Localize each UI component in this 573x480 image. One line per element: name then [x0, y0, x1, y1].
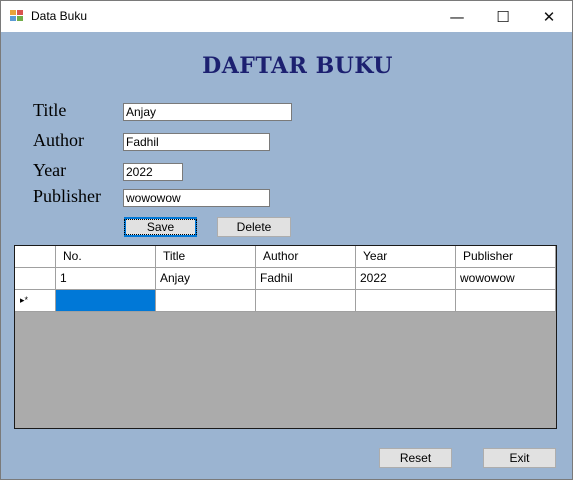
table-cell[interactable] [256, 290, 356, 312]
column-header-author[interactable]: Author [256, 246, 356, 268]
title-field[interactable] [123, 103, 292, 121]
save-button-label: Save [123, 219, 198, 235]
table-cell[interactable]: Fadhil [256, 268, 356, 290]
title-bar[interactable]: Data Buku — ☐ ✕ [1, 1, 572, 32]
row-header[interactable] [15, 268, 56, 290]
exit-button[interactable]: Exit [483, 448, 556, 468]
column-header-no[interactable]: No. [56, 246, 156, 268]
table-cell[interactable]: 2022 [356, 268, 456, 290]
new-row-marker[interactable]: ▸* [15, 290, 56, 312]
year-field[interactable] [123, 163, 183, 181]
year-label: Year [33, 160, 67, 180]
selected-cell[interactable] [56, 290, 156, 312]
table-cell[interactable]: Anjay [156, 268, 256, 290]
reset-button[interactable]: Reset [379, 448, 452, 468]
title-label: Title [33, 100, 67, 120]
maximize-button[interactable]: ☐ [480, 1, 526, 32]
author-label: Author [33, 130, 84, 150]
table-cell[interactable] [356, 290, 456, 312]
table-cell[interactable] [156, 290, 256, 312]
column-header-year[interactable]: Year [356, 246, 456, 268]
data-grid[interactable]: No. Title Author Year Publisher 1 Anjay … [14, 245, 557, 429]
close-button[interactable]: ✕ [526, 1, 572, 32]
main-window: Data Buku — ☐ ✕ DAFTAR BUKU Title Author… [0, 0, 573, 480]
column-header-title[interactable]: Title [156, 246, 256, 268]
minimize-button[interactable]: — [434, 1, 480, 32]
window-title: Data Buku [31, 9, 88, 23]
table-cell[interactable] [456, 290, 556, 312]
column-header-publisher[interactable]: Publisher [456, 246, 556, 268]
table-cell[interactable]: wowowow [456, 268, 556, 290]
author-field[interactable] [123, 133, 270, 151]
save-button[interactable]: Save [123, 217, 198, 237]
table-cell[interactable]: 1 [56, 268, 156, 290]
row-header-corner[interactable] [15, 246, 56, 268]
page-title: DAFTAR BUKU [202, 53, 393, 79]
delete-button[interactable]: Delete [217, 217, 291, 237]
publisher-field[interactable] [123, 189, 270, 207]
publisher-label: Publisher [33, 186, 102, 206]
app-form-icon [10, 10, 24, 22]
